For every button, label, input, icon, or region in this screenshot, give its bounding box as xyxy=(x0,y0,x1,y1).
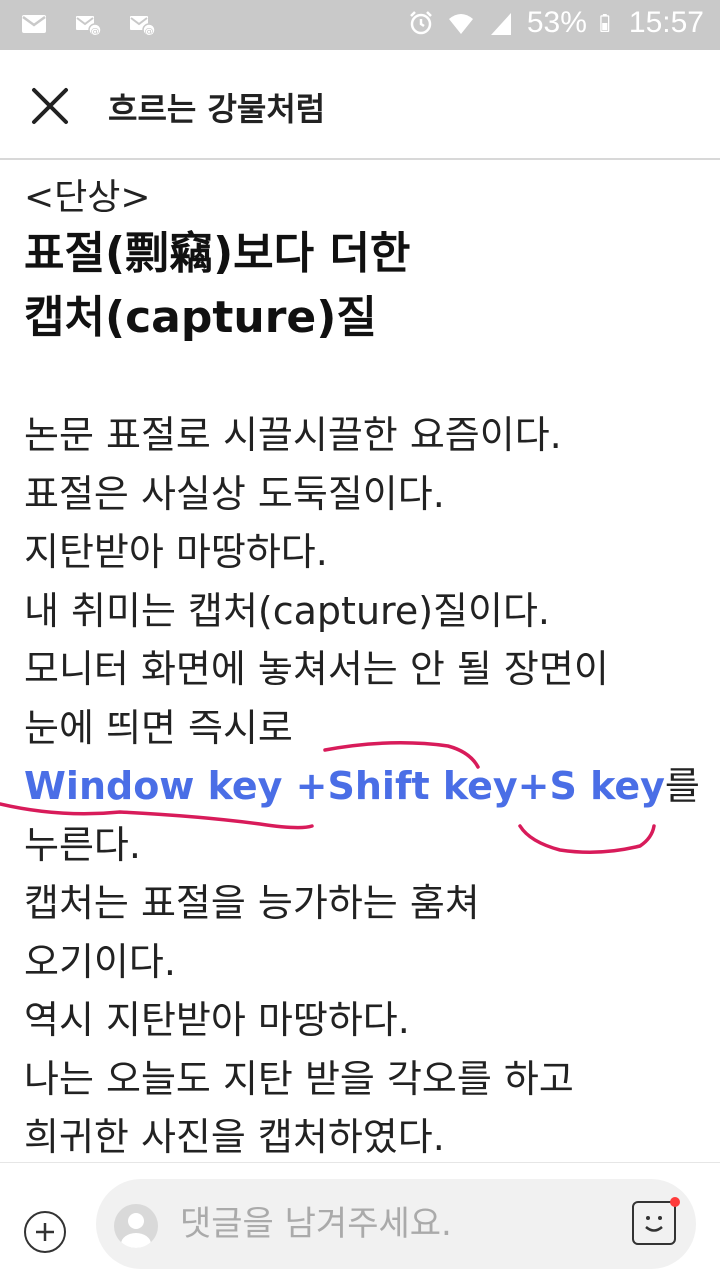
user-silhouette-icon xyxy=(121,1213,151,1248)
body-line: 지탄받아 마땅하다. xyxy=(24,530,328,574)
body-line: 캡처는 표절을 능가하는 훔쳐 xyxy=(24,881,480,925)
body-line: 나는 오늘도 지탄 받을 각오를 하고 xyxy=(24,1056,574,1101)
comment-input-container[interactable] xyxy=(96,1179,696,1269)
battery-icon xyxy=(600,14,610,32)
body-line: 눈에 띄면 즉시로 xyxy=(24,705,293,750)
comment-bar xyxy=(0,1162,720,1280)
article-title-line: 캡처(capture)질 xyxy=(24,292,377,343)
smiley-icon xyxy=(645,1216,663,1232)
highlight-keys: Window key +Shift key+S key xyxy=(24,764,665,808)
article-content: <단상> 표절(剽竊)보다 더한 캡처(capture)질 논문 표절로 시끌시… xyxy=(0,162,720,1162)
avatar xyxy=(114,1204,158,1248)
article-subtitle: <단상> xyxy=(24,177,151,218)
alarm-icon xyxy=(409,11,432,35)
body-line: 누른다. xyxy=(24,822,141,867)
article-title-line: 표절(剽竊)보다 더한 xyxy=(24,228,411,279)
add-attachment-button[interactable] xyxy=(24,1211,66,1253)
signal-icon xyxy=(490,13,511,35)
body-line: 표절은 사실상 도둑질이다. xyxy=(24,471,445,516)
body-line: 모니터 화면에 놓쳐서는 안 될 장면이 xyxy=(24,647,609,691)
wifi-icon xyxy=(448,14,473,34)
body-line: 논문 표절로 시끌시끌한 요즘이다. xyxy=(24,413,562,457)
email-at-icon: @ xyxy=(76,16,102,37)
app-header: 흐르는 강물처럼 xyxy=(0,50,720,160)
page-title: 흐르는 강물처럼 xyxy=(108,90,326,128)
body-line: 내 취미는 캡처(capture)질이다. xyxy=(24,588,550,633)
highlight-line: Window key +Shift key+S key를 xyxy=(24,757,720,816)
body-line: 희귀한 사진을 캡처하였다. xyxy=(24,1115,445,1159)
close-icon[interactable] xyxy=(24,80,76,132)
highlight-suffix: 를 xyxy=(664,764,700,808)
plus-icon xyxy=(36,1223,54,1241)
status-bar: @ @ 53% 15:57 xyxy=(0,0,720,50)
comment-input[interactable] xyxy=(180,1199,600,1249)
battery-percent: 53% xyxy=(526,6,587,39)
svg-text:@: @ xyxy=(91,27,100,37)
body-line: 역시 지탄받아 마땅하다. xyxy=(24,998,410,1042)
clock: 15:57 xyxy=(628,6,704,39)
svg-text:@: @ xyxy=(145,27,154,37)
mail-icon xyxy=(22,15,46,33)
email-at-icon: @ xyxy=(130,16,156,37)
article-title: 표절(剽竊)보다 더한 캡처(capture)질 xyxy=(24,222,720,350)
sticker-button[interactable] xyxy=(632,1197,680,1245)
body-line: 오기이다. xyxy=(24,939,176,984)
notification-dot xyxy=(670,1197,680,1207)
